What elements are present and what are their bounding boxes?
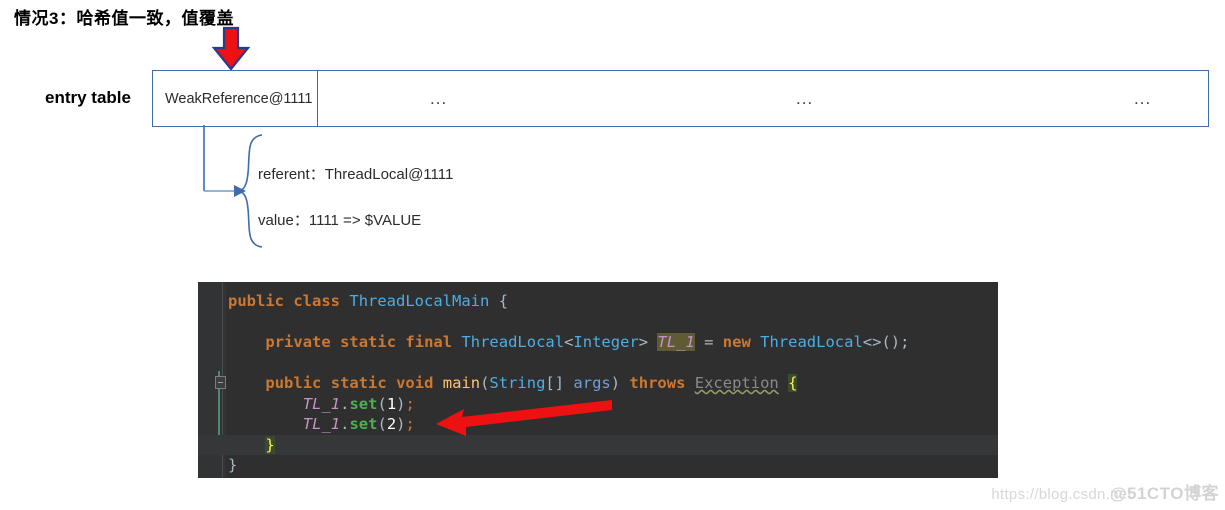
code-token: ( [377, 415, 387, 433]
code-token: } [228, 456, 238, 474]
code-token: args [573, 374, 611, 392]
detail-value-text: value：1111 => $VALUE [258, 212, 422, 229]
code-token: main [442, 374, 481, 392]
code-token: String [489, 374, 546, 392]
entry-table-ellipsis-1: ... [430, 88, 448, 108]
code-token: ) [396, 394, 406, 413]
code-token: ( [377, 394, 387, 413]
entry-table-cell-rest: ... ... ... [318, 71, 1208, 126]
code-token: set [349, 415, 378, 433]
code-token: throws [629, 374, 686, 392]
entry-table-label: entry table [45, 88, 131, 107]
entry-detail-connector [190, 125, 310, 260]
code-token: static [330, 374, 387, 392]
code-token: class [293, 292, 341, 310]
code-token: TL_1 [657, 333, 695, 351]
code-token: ) [396, 415, 406, 433]
code-token: void [396, 374, 434, 392]
code-token: { [498, 292, 509, 310]
code-token: <>(); [862, 333, 910, 351]
code-token: ThreadLocal [760, 333, 863, 351]
code-token: ; [405, 394, 415, 413]
code-token: public [265, 374, 322, 392]
watermark: https://blog.csdn.net @51CTO博客 [991, 479, 1219, 504]
code-token: 1 [386, 394, 397, 413]
code-token: ThreadLocalMain [349, 292, 490, 310]
code-token: Exception [694, 374, 779, 392]
code-line: public class ThreadLocalMain { [198, 291, 998, 312]
code-token: new [722, 333, 751, 351]
code-token: ) [610, 374, 630, 392]
detail-referent-text: referent：ThreadLocal@1111 [258, 166, 454, 183]
code-editor: public class ThreadLocalMain { private st… [198, 282, 998, 478]
code-token: ThreadLocal [461, 333, 565, 351]
red-left-arrow-icon [436, 400, 612, 438]
code-line: } [198, 455, 998, 476]
entry-table: WeakReference@1111 ... ... ... [152, 70, 1209, 127]
code-token: [] [545, 374, 574, 392]
code-token: TL_1 [302, 394, 341, 413]
code-token: set [349, 394, 378, 413]
entry-table-cell-0: WeakReference@1111 [153, 71, 318, 126]
watermark-brand: @51CTO博客 [1109, 484, 1219, 503]
code-token: static [340, 333, 397, 351]
page-title: 情况3：哈希值一致，值覆盖 [14, 9, 234, 28]
code-lines: public class ThreadLocalMain { private st… [198, 282, 998, 478]
code-line: public static void main(String[] args) t… [198, 373, 998, 394]
code-token: private [265, 333, 331, 351]
code-token: TL_1 [302, 415, 341, 433]
code-token: } [265, 435, 275, 454]
code-token: > [638, 333, 658, 351]
red-down-arrow-icon [205, 26, 257, 72]
code-token: public [228, 292, 284, 310]
entry-table-ellipsis-2: ... [796, 88, 814, 108]
code-token: 2 [386, 415, 397, 433]
code-token: Integer [573, 333, 639, 351]
entry-table-cell-0-text: WeakReference@1111 [165, 90, 313, 107]
code-token: final [405, 333, 453, 351]
code-token: ; [405, 415, 415, 433]
code-token: { [788, 374, 798, 392]
code-line: private static final ThreadLocal<Integer… [198, 332, 998, 353]
entry-table-ellipsis-3: ... [1134, 88, 1152, 108]
